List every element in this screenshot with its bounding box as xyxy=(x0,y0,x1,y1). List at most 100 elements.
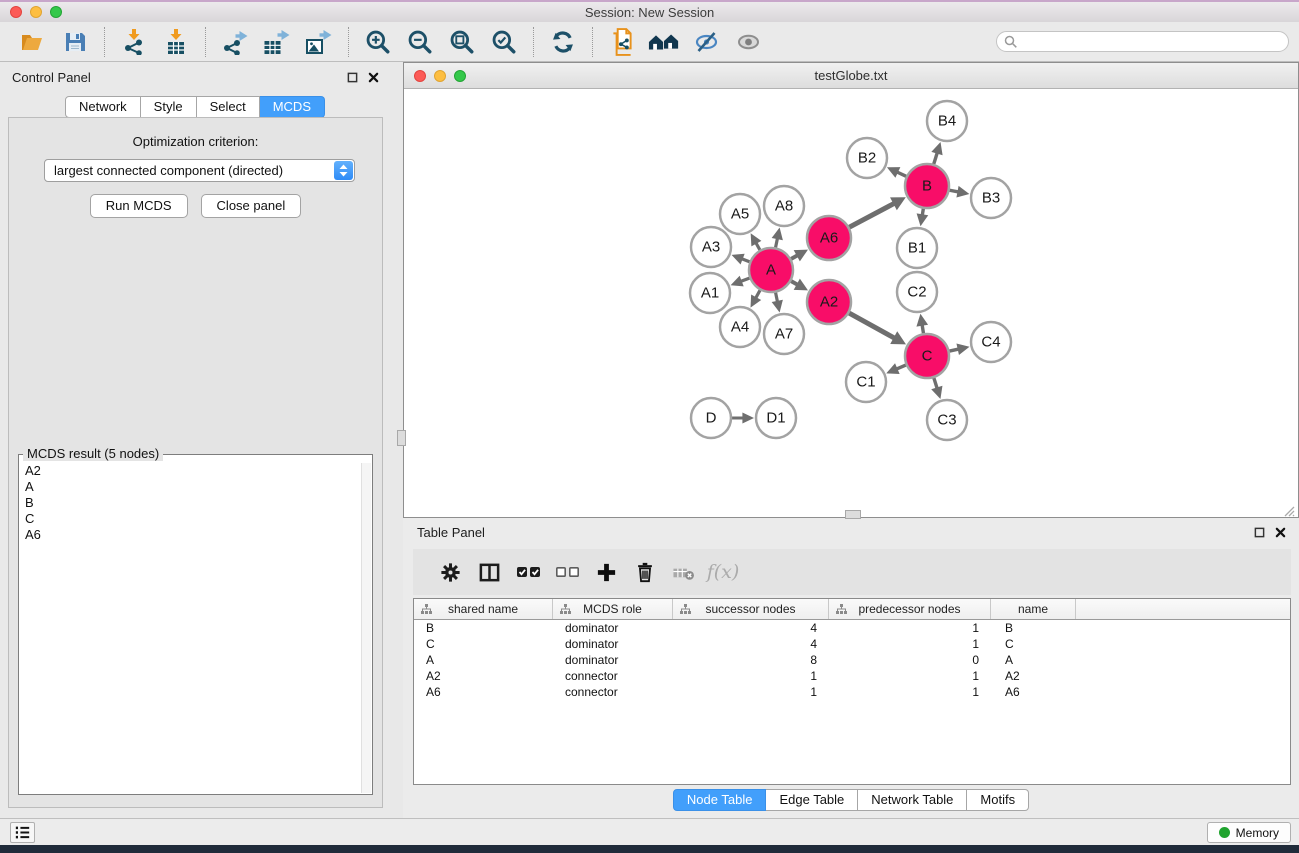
mcds-result-item[interactable]: B xyxy=(20,495,360,511)
table-row[interactable]: A2connector11A2 xyxy=(414,668,1290,684)
graph-node-A7[interactable]: A7 xyxy=(764,314,804,354)
column-header-successor-nodes[interactable]: successor nodes xyxy=(673,599,829,619)
graph-node-B2[interactable]: B2 xyxy=(847,138,887,178)
graph-node-A[interactable]: A xyxy=(749,248,793,292)
refresh-button[interactable] xyxy=(547,26,579,58)
float-table-panel-button[interactable] xyxy=(1252,526,1266,540)
graph-edge-D-D1[interactable] xyxy=(732,412,754,423)
search-input[interactable] xyxy=(996,31,1289,52)
graph-edge-A-A2[interactable] xyxy=(791,279,808,291)
graph-edge-C-C3[interactable] xyxy=(931,378,942,399)
graph-node-A1[interactable]: A1 xyxy=(690,273,730,313)
export-table-button[interactable] xyxy=(261,26,293,58)
table-settings-button[interactable] xyxy=(433,555,467,589)
show-column-button[interactable] xyxy=(472,555,506,589)
tab-network[interactable]: Network xyxy=(65,96,141,118)
column-header-MCDS-role[interactable]: MCDS role xyxy=(553,599,673,619)
result-scrollbar[interactable] xyxy=(361,463,371,793)
column-header-predecessor-nodes[interactable]: predecessor nodes xyxy=(829,599,991,619)
graph-edge-C-C1[interactable] xyxy=(886,363,906,374)
memory-button[interactable]: Memory xyxy=(1207,822,1291,843)
task-history-button[interactable] xyxy=(10,822,35,843)
tab-select[interactable]: Select xyxy=(197,96,260,118)
panel-splitter-handle[interactable] xyxy=(397,430,406,446)
column-header-shared-name[interactable]: shared name xyxy=(414,599,553,619)
zoom-out-button[interactable] xyxy=(404,26,436,58)
graph-edge-B-B4[interactable] xyxy=(931,142,942,164)
table-splitter-handle[interactable] xyxy=(845,510,861,519)
graph-node-A8[interactable]: A8 xyxy=(764,186,804,226)
graph-edge-A-A4[interactable] xyxy=(751,290,762,307)
maximize-window-button[interactable] xyxy=(50,6,62,18)
mcds-result-item[interactable]: C xyxy=(20,511,360,527)
tab-motifs[interactable]: Motifs xyxy=(967,789,1029,811)
graph-node-C1[interactable]: C1 xyxy=(846,362,886,402)
zoom-in-button[interactable] xyxy=(362,26,394,58)
float-panel-button[interactable] xyxy=(345,71,359,85)
mcds-result-item[interactable]: A xyxy=(20,479,360,495)
run-mcds-button[interactable]: Run MCDS xyxy=(90,194,188,218)
tab-node-table[interactable]: Node Table xyxy=(673,789,767,811)
graph-edge-A-A3[interactable] xyxy=(732,254,750,265)
first-neighbors-button[interactable] xyxy=(648,26,680,58)
minimize-window-button[interactable] xyxy=(30,6,42,18)
mcds-result-item[interactable]: A6 xyxy=(20,527,360,543)
minimize-network-button[interactable] xyxy=(434,70,446,82)
tab-mcds[interactable]: MCDS xyxy=(260,96,325,118)
import-table-button[interactable] xyxy=(160,26,192,58)
select-all-button[interactable] xyxy=(511,555,545,589)
mcds-result-item[interactable]: A2 xyxy=(20,463,360,479)
zoom-fit-button[interactable] xyxy=(446,26,478,58)
delete-column-button[interactable] xyxy=(628,555,662,589)
table-row[interactable]: Bdominator41B xyxy=(414,620,1290,636)
graph-edge-A-A5[interactable] xyxy=(751,233,762,250)
open-file-button[interactable] xyxy=(17,26,49,58)
delete-table-button[interactable] xyxy=(667,555,701,589)
show-all-button[interactable] xyxy=(732,26,764,58)
close-window-button[interactable] xyxy=(10,6,22,18)
graph-node-A5[interactable]: A5 xyxy=(720,194,760,234)
graph-node-C4[interactable]: C4 xyxy=(971,322,1011,362)
graph-edge-A-A1[interactable] xyxy=(731,276,750,287)
close-network-button[interactable] xyxy=(414,70,426,82)
graph-edge-C-C4[interactable] xyxy=(949,344,969,356)
graph-node-C2[interactable]: C2 xyxy=(897,272,937,312)
graph-node-D[interactable]: D xyxy=(691,398,731,438)
tab-style[interactable]: Style xyxy=(141,96,197,118)
graph-edge-A-A6[interactable] xyxy=(791,250,808,262)
graph-edge-B-B1[interactable] xyxy=(917,209,929,227)
graph-edge-B-B2[interactable] xyxy=(887,167,906,178)
graph-edge-A6-B[interactable] xyxy=(849,197,905,227)
graph-edge-A-A7[interactable] xyxy=(772,293,783,313)
export-network-button[interactable] xyxy=(219,26,251,58)
close-panel-button[interactable] xyxy=(366,71,380,85)
save-session-button[interactable] xyxy=(59,26,91,58)
criterion-dropdown[interactable]: largest connected component (directed) xyxy=(44,159,355,182)
graph-node-D1[interactable]: D1 xyxy=(756,398,796,438)
graph-edge-A-A8[interactable] xyxy=(772,228,783,248)
import-network-button[interactable] xyxy=(118,26,150,58)
graph-node-C[interactable]: C xyxy=(905,334,949,378)
graph-node-A2[interactable]: A2 xyxy=(807,280,851,324)
close-panel-action-button[interactable]: Close panel xyxy=(201,194,302,218)
graph-edge-B-B3[interactable] xyxy=(950,186,970,198)
graph-node-C3[interactable]: C3 xyxy=(927,400,967,440)
graph-node-A4[interactable]: A4 xyxy=(720,307,760,347)
tab-network-table[interactable]: Network Table xyxy=(858,789,967,811)
resize-grip-icon[interactable] xyxy=(1285,507,1294,516)
column-header-name[interactable]: name xyxy=(991,599,1076,619)
graph-node-B[interactable]: B xyxy=(905,164,949,208)
table-row[interactable]: A6connector11A6 xyxy=(414,684,1290,700)
new-network-from-selection-button[interactable] xyxy=(606,26,638,58)
table-row[interactable]: Cdominator41C xyxy=(414,636,1290,652)
graph-node-A6[interactable]: A6 xyxy=(807,216,851,260)
graph-edge-C-C2[interactable] xyxy=(916,314,928,334)
export-image-button[interactable] xyxy=(303,26,335,58)
add-column-button[interactable] xyxy=(589,555,623,589)
graph-node-A3[interactable]: A3 xyxy=(691,227,731,267)
network-canvas[interactable]: AA1A2A3A4A5A6A7A8BB1B2B3B4CC1C2C3C4DD1 xyxy=(404,90,1298,517)
graph-node-B1[interactable]: B1 xyxy=(897,228,937,268)
tab-edge-table[interactable]: Edge Table xyxy=(766,789,858,811)
zoom-selected-button[interactable] xyxy=(488,26,520,58)
unselect-all-button[interactable] xyxy=(550,555,584,589)
